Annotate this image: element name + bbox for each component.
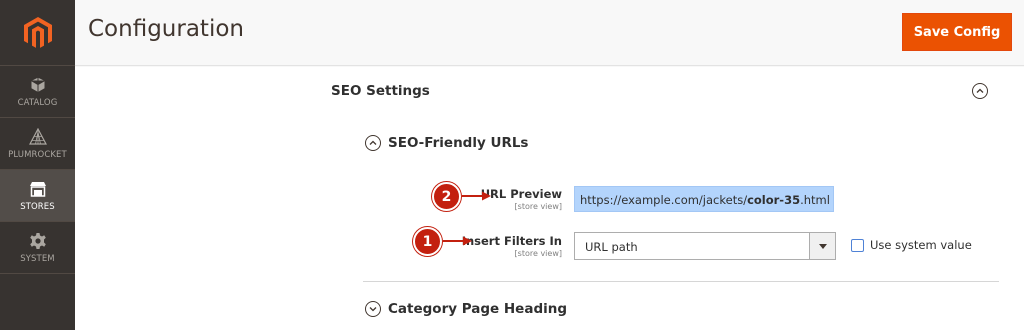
field-label: Insert Filters In [461,234,562,248]
annotation-arrow-icon [443,236,472,246]
subsection-title-category-heading[interactable]: Category Page Heading [388,301,567,317]
annotation-badge-1: 1 [413,227,442,256]
expand-subsection-icon[interactable] [365,301,381,317]
divider [363,281,999,282]
collapse-subsection-icon[interactable] [365,135,381,151]
gear-icon [29,232,46,249]
sidebar-item-label: CATALOG [17,97,58,108]
url-filter-part: color-35 [747,193,801,207]
save-config-button[interactable]: Save Config [902,13,1012,51]
annotation-arrow-icon [462,191,491,201]
store-icon [29,181,46,197]
admin-sidebar: CATALOG PLUMROCKET STORES SYSTEM [0,0,75,330]
field-label: URL Preview [480,187,562,201]
insert-filters-label: Insert Filters In [store view] [462,234,562,258]
pyramid-icon [28,127,47,145]
sidebar-item-plumrocket[interactable]: PLUMROCKET [0,118,75,170]
section-title-seo-settings[interactable]: SEO Settings [331,83,430,99]
sidebar-item-catalog[interactable]: CATALOG [0,66,75,118]
sidebar-item-system[interactable]: SYSTEM [0,222,75,274]
checkbox-label: Use system value [870,238,972,252]
insert-filters-select[interactable]: URL path [574,232,836,260]
use-system-value-checkbox[interactable] [851,238,864,252]
url-suffix: .html [800,193,830,207]
config-content: SEO Settings SEO-Friendly URLs URL Previ… [75,67,1024,330]
url-prefix: https://example.com/jackets/ [580,193,748,207]
use-system-value-option[interactable]: Use system value [851,238,972,252]
dropdown-arrow-icon[interactable] [809,233,835,259]
subsection-title-seo-urls[interactable]: SEO-Friendly URLs [388,135,528,151]
page-header: Configuration Save Config [75,0,1024,66]
url-preview-label: URL Preview [store view] [481,187,562,211]
cube-icon [30,75,45,93]
select-value: URL path [585,240,638,254]
magento-logo[interactable] [0,0,75,66]
magento-logo-icon [23,16,52,48]
annotation-badge-2: 2 [432,182,461,211]
url-preview-field: https://example.com/jackets/color-35.htm… [574,186,834,212]
field-scope: [store view] [514,202,562,211]
page-title: Configuration [88,16,244,42]
sidebar-item-stores[interactable]: STORES [0,170,75,222]
collapse-section-icon[interactable] [972,83,988,99]
sidebar-item-label: PLUMROCKET [8,149,67,160]
sidebar-item-label: SYSTEM [20,253,55,264]
field-scope: [store view] [514,249,562,258]
sidebar-item-label: STORES [20,201,55,212]
